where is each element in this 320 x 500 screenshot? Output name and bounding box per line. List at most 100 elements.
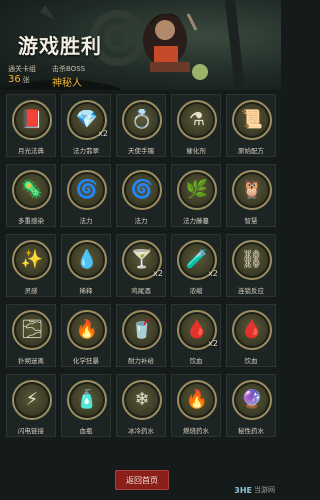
blood-icon: 🩸 [240,319,264,340]
blood-vial-icon: 🧴 [75,389,99,410]
fire-potion-icon: 🔥 [185,389,209,410]
card-quantity: x2 [98,129,108,138]
stamina-icon: 🥤 [130,319,154,340]
card-name: 灵感 [24,287,38,295]
boss-killed-value: 神秘人 [52,78,82,89]
reward-card[interactable]: 🌿 法力藤蔓 [171,164,221,227]
scroll-icon: 📜 [240,109,264,130]
reward-card[interactable]: 🌀 法力 [116,164,166,227]
return-home-button[interactable]: 返回首页 [115,470,169,490]
card-name: 连锁反应 [238,287,264,295]
reward-card[interactable]: 🍸 x2 鸡尾酒 [116,234,166,297]
card-quantity: x2 [208,269,218,278]
reward-card[interactable]: 🦠 多重感染 [6,164,56,227]
reward-card[interactable]: 🔮 秘性药水 [226,374,276,437]
card-name: 化学狂暴 [73,357,99,365]
emerald-icon: 💎 [75,109,99,130]
reward-card[interactable]: 🌀 法力 [61,164,111,227]
reward-card[interactable]: 🔥 化学狂暴 [61,304,111,367]
card-icon-frame: 📕 [12,100,52,140]
infection-icon: 🦠 [20,179,44,200]
card-name: 法力翡翠 [73,147,99,155]
reward-card[interactable]: ✨ 灵感 [6,234,56,297]
card-icon-frame: 🌀 [122,170,162,210]
card-icon-frame: 🥤 [122,310,162,350]
card-icon-frame: 💍 [122,100,162,140]
card-name: 多重感染 [18,217,44,225]
card-icon-frame: ⚡ [12,380,52,420]
card-icon-frame: 📜 [232,100,272,140]
card-name: 法力 [134,217,148,225]
card-name: 饮血 [189,357,203,365]
blood-icon: 🩸 [185,319,209,340]
lightning-icon: ⚡ [25,389,39,410]
card-icon-frame: ❄ [122,380,162,420]
reward-card[interactable]: 🩸 饮血 [226,304,276,367]
card-icon-frame: 🩸 [232,310,272,350]
reward-card[interactable]: ❄ 冰冷药水 [116,374,166,437]
card-icon-frame: ✨ [12,240,52,280]
victory-title: 游戏胜利 [18,34,102,58]
inspiration-icon: ✨ [20,249,44,270]
card-icon-frame: ⚗ [177,100,217,140]
reward-card[interactable]: 🩸 x2 饮血 [171,304,221,367]
cocktail-icon: 🍸 [130,249,154,270]
card-name: 饮血 [244,357,258,365]
card-name: 原始配方 [238,147,264,155]
reward-card-grid: 📕 月光法典 💎 x2 法力翡翠 💍 天使手镯 ⚗ 催化剂 📜 原始配方 🦠 多重感染 🌀 法力 🌀 法力 🌿 法力… [6,94,276,437]
frenzy-icon: 🔥 [75,319,99,340]
reward-card[interactable]: 💧 稀释 [61,234,111,297]
card-name: 浓缩 [189,287,203,295]
site-watermark: 3HE 当游网 [234,485,275,495]
reward-card[interactable]: 🌫 扑朔迷离 [6,304,56,367]
card-name: 法力藤蔓 [183,217,209,225]
card-name: 月光法典 [18,147,44,155]
card-icon-frame: 🌿 [177,170,217,210]
card-name: 耐力补给 [128,357,154,365]
reward-card[interactable]: 📕 月光法典 [6,94,56,157]
card-name: 法力 [79,217,93,225]
card-name: 天使手镯 [128,147,154,155]
victory-banner: 游戏胜利 通关卡组 36 张 击杀BOSS 神秘人 [0,0,281,90]
stages-cleared-unit: 张 [22,76,30,84]
card-icon-frame: ⛓ [232,240,272,280]
boss-killed-label: 击杀BOSS [52,65,86,73]
book-icon: 📕 [20,109,44,130]
dilute-icon: 💧 [75,249,99,270]
stages-cleared-value: 36 张 [8,74,30,85]
reward-card[interactable]: ⛓ 连锁反应 [226,234,276,297]
reward-card[interactable]: 🔥 燃烧药水 [171,374,221,437]
card-icon-frame: 💧 [67,240,107,280]
card-icon-frame: 🧴 [67,380,107,420]
bracelet-icon: 💍 [130,109,154,130]
watermark-text: 当游网 [254,486,275,494]
reward-card[interactable]: 🧴 血瓶 [61,374,111,437]
card-name: 闪电链接 [18,427,44,435]
card-name: 稀释 [79,287,93,295]
mystery-icon: 🌫 [20,319,44,340]
card-name: 血瓶 [79,427,93,435]
mana-icon: 🌀 [75,179,99,200]
card-icon-frame: 🌀 [67,170,107,210]
card-name: 鸡尾酒 [131,287,151,295]
reward-card[interactable]: 💎 x2 法力翡翠 [61,94,111,157]
card-icon-frame: 🦠 [12,170,52,210]
card-quantity: x2 [153,269,163,278]
ice-potion-icon: ❄ [134,389,150,410]
wisdom-icon: 🦉 [240,179,264,200]
catalyst-icon: ⚗ [188,109,206,130]
reward-card[interactable]: 💍 天使手镯 [116,94,166,157]
reward-card[interactable]: 🥤 耐力补给 [116,304,166,367]
card-name: 扑朔迷离 [18,357,44,365]
card-name: 冰冷药水 [128,427,154,435]
reward-card[interactable]: 🦉 智慧 [226,164,276,227]
card-icon-frame: 🔮 [232,380,272,420]
reward-card[interactable]: ⚡ 闪电链接 [6,374,56,437]
card-name: 秘性药水 [238,427,264,435]
mana-icon: 🌀 [130,179,154,200]
reward-card[interactable]: 📜 原始配方 [226,94,276,157]
reward-card[interactable]: ⚗ 催化剂 [171,94,221,157]
secret-potion-icon: 🔮 [240,389,264,410]
reward-card[interactable]: 🧪 x2 浓缩 [171,234,221,297]
vine-icon: 🌿 [185,179,209,200]
